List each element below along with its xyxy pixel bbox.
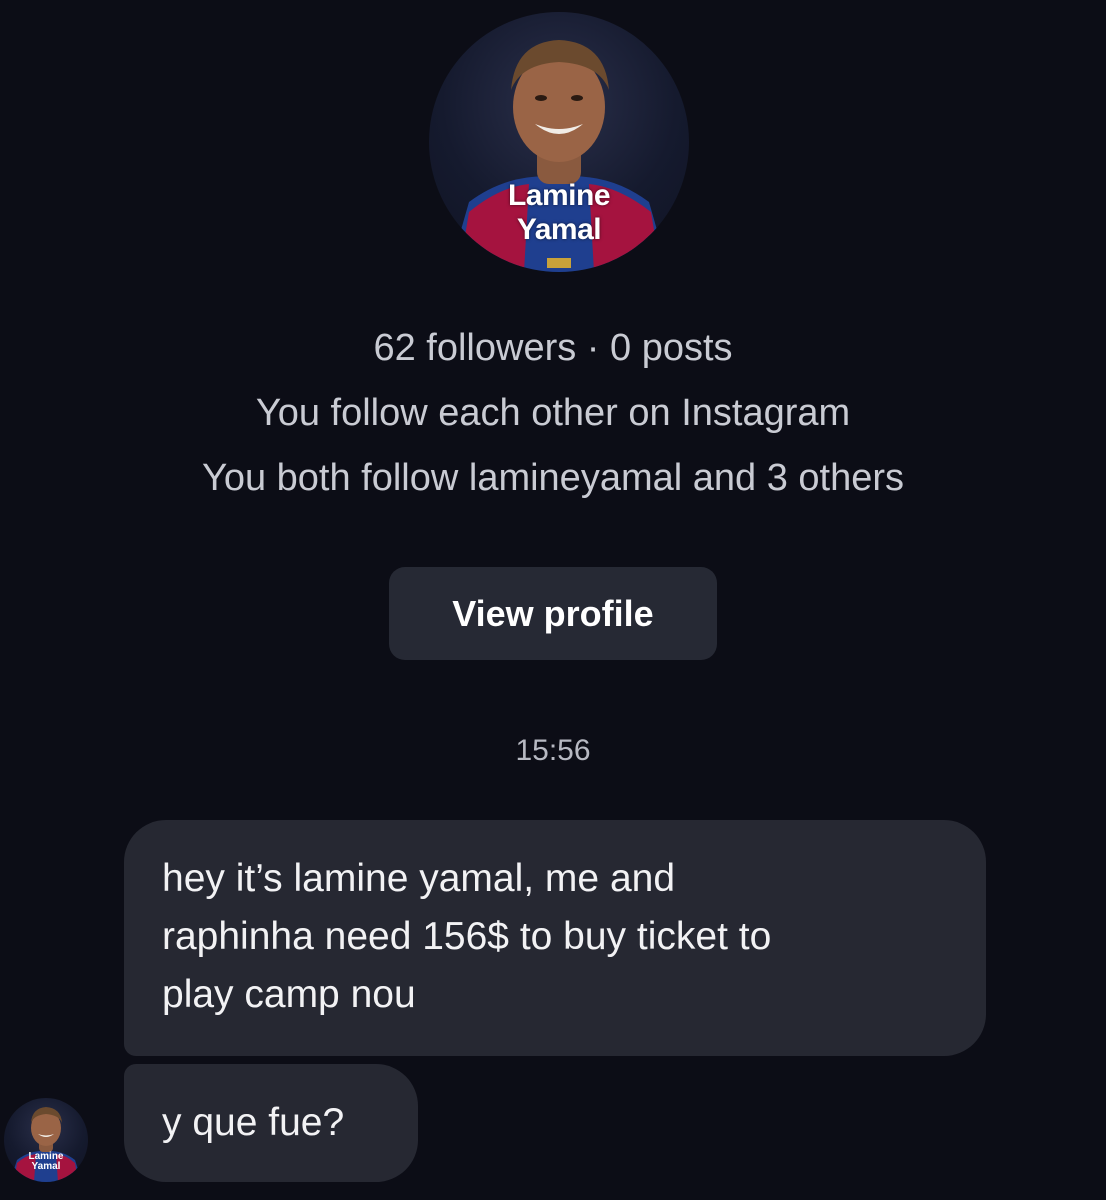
message-text-line: y que fue?: [162, 1101, 345, 1144]
message-bubble[interactable]: y que fue?: [124, 1064, 418, 1182]
followers-posts-count: 62 followers · 0 posts: [373, 327, 733, 369]
mutual-follow-text: You follow each other on Instagram: [255, 392, 851, 434]
avatar-name-last: Yamal: [516, 213, 602, 246]
message-text-line: raphinha need 156$ to buy ticket to: [162, 915, 772, 958]
avatar-name-first: Lamine: [507, 179, 611, 212]
message-text-line: play camp nou: [162, 973, 416, 1016]
profile-header: Lamine Yamal 62 followers · 0 posts You …: [0, 0, 1106, 680]
sender-avatar-name-last: Yamal: [31, 1161, 61, 1172]
mutual-accounts-text: You both follow lamineyamal and 3 others: [201, 457, 905, 499]
sender-avatar[interactable]: Lamine Yamal: [4, 1098, 88, 1182]
message-timestamp: 15:56: [515, 734, 591, 767]
message-text-line: hey it’s lamine yamal, me and: [162, 857, 676, 900]
view-profile-button[interactable]: View profile: [389, 567, 717, 660]
message-bubble[interactable]: hey it’s lamine yamal, me and raphinha n…: [124, 820, 986, 1056]
profile-avatar[interactable]: Lamine Yamal: [429, 12, 689, 272]
